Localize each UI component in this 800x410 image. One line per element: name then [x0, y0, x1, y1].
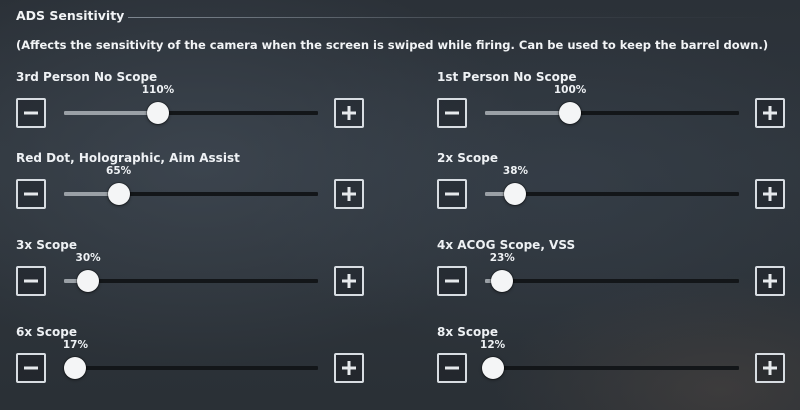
slider-knob[interactable]	[64, 357, 87, 379]
setting-label: 2x Scope	[437, 151, 498, 165]
decrease-button[interactable]	[16, 353, 46, 383]
increase-button[interactable]	[334, 353, 364, 383]
slider-track[interactable]: 17%	[63, 339, 318, 379]
slider-track[interactable]: 65%	[64, 165, 318, 205]
setting-6x-scope: 6x Scope 17%	[16, 325, 366, 397]
slider-track[interactable]: 100%	[485, 84, 739, 124]
section-title: ADS Sensitivity	[16, 8, 125, 23]
setting-3x-scope: 3x Scope 30%	[16, 238, 366, 310]
slider-fill	[64, 111, 158, 115]
slider-track[interactable]: 38%	[485, 165, 739, 205]
minus-icon	[443, 272, 461, 290]
slider-value: 23%	[489, 252, 515, 264]
decrease-button[interactable]	[437, 266, 467, 296]
minus-icon	[22, 272, 40, 290]
minus-icon	[443, 104, 461, 122]
plus-icon	[761, 104, 779, 122]
minus-icon	[443, 185, 461, 203]
increase-button[interactable]	[334, 266, 364, 296]
slider-fill	[485, 111, 571, 115]
increase-button[interactable]	[755, 98, 785, 128]
slider-knob[interactable]	[146, 102, 169, 124]
minus-icon	[22, 104, 40, 122]
slider-knob[interactable]	[559, 102, 582, 124]
setting-label: Red Dot, Holographic, Aim Assist	[16, 151, 240, 165]
slider-knob[interactable]	[504, 183, 527, 205]
plus-icon	[761, 185, 779, 203]
setting-label: 4x ACOG Scope, VSS	[437, 238, 576, 252]
decrease-button[interactable]	[16, 98, 46, 128]
increase-button[interactable]	[334, 98, 364, 128]
setting-4x-acog-scope-vss: 4x ACOG Scope, VSS 23%	[437, 238, 787, 310]
slider-value: 12%	[480, 339, 506, 351]
increase-button[interactable]	[755, 353, 785, 383]
section-header: ADS Sensitivity	[16, 8, 786, 28]
increase-button[interactable]	[755, 266, 785, 296]
slider-track[interactable]: 110%	[64, 84, 318, 124]
increase-button[interactable]	[755, 179, 785, 209]
section-description: (Affects the sensitivity of the camera w…	[16, 38, 769, 52]
minus-icon	[22, 359, 40, 377]
slider-knob[interactable]	[491, 270, 514, 292]
setting-3rd-person-no-scope: 3rd Person No Scope 110%	[16, 70, 366, 142]
decrease-button[interactable]	[437, 353, 467, 383]
decrease-button[interactable]	[437, 98, 467, 128]
slider-track[interactable]: 23%	[485, 252, 739, 292]
plus-icon	[340, 104, 358, 122]
slider-track[interactable]: 12%	[480, 339, 739, 379]
plus-icon	[340, 359, 358, 377]
setting-label: 3rd Person No Scope	[16, 70, 158, 84]
increase-button[interactable]	[334, 179, 364, 209]
slider-knob[interactable]	[77, 270, 100, 292]
setting-1st-person-no-scope: 1st Person No Scope 100%	[437, 70, 787, 142]
decrease-button[interactable]	[437, 179, 467, 209]
plus-icon	[340, 185, 358, 203]
slider-value: 30%	[75, 252, 101, 264]
plus-icon	[340, 272, 358, 290]
slider-value: 17%	[62, 339, 88, 351]
plus-icon	[761, 359, 779, 377]
setting-label: 8x Scope	[437, 325, 498, 339]
minus-icon	[22, 185, 40, 203]
slider-value: 38%	[502, 165, 529, 177]
slider-value: 110%	[141, 84, 175, 96]
decrease-button[interactable]	[16, 266, 46, 296]
decrease-button[interactable]	[16, 179, 46, 209]
slider-knob[interactable]	[107, 183, 130, 205]
slider-value: 100%	[553, 84, 587, 96]
setting-8x-scope: 8x Scope 12%	[437, 325, 787, 397]
slider-track[interactable]: 30%	[64, 252, 318, 292]
header-divider	[128, 17, 778, 18]
setting-red-dot-holographic-aim-assist: Red Dot, Holographic, Aim Assist 65%	[16, 151, 366, 223]
plus-icon	[761, 272, 779, 290]
setting-2x-scope: 2x Scope 38%	[437, 151, 787, 223]
slider-value: 65%	[106, 165, 132, 177]
setting-label: 1st Person No Scope	[437, 70, 577, 84]
minus-icon	[443, 359, 461, 377]
slider-knob[interactable]	[481, 357, 504, 379]
setting-label: 3x Scope	[16, 238, 77, 252]
setting-label: 6x Scope	[16, 325, 77, 339]
